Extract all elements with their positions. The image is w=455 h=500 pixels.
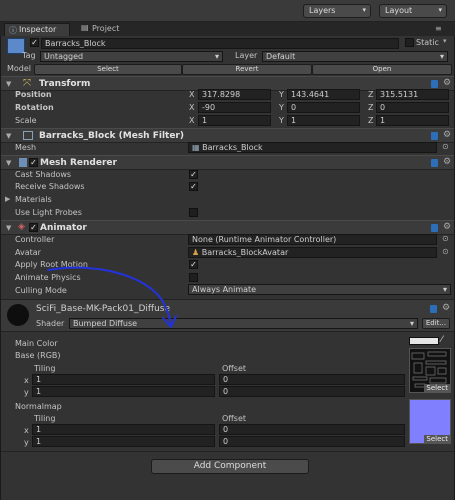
annotation-arrow	[47, 266, 177, 328]
